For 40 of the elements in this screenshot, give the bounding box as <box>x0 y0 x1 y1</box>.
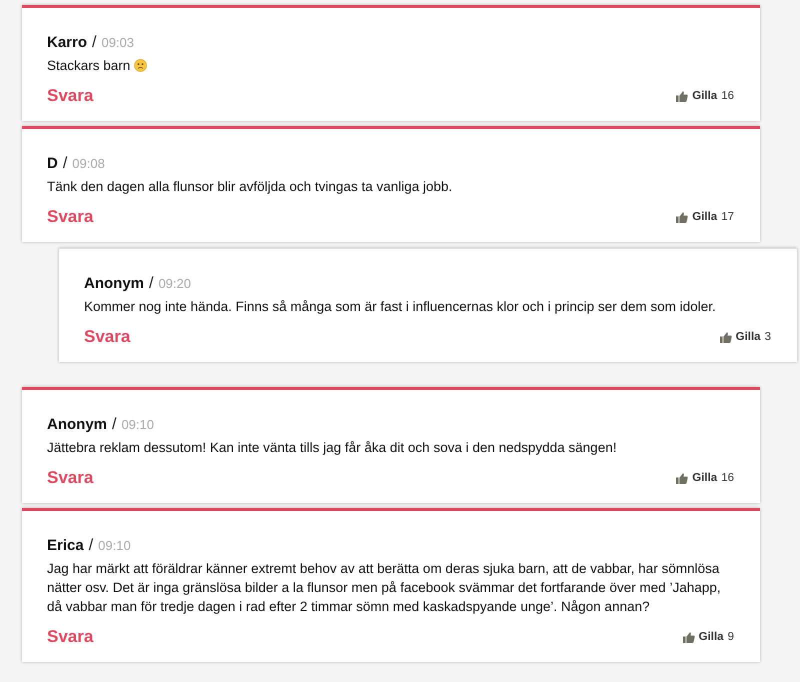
like-count: 16 <box>721 90 734 102</box>
like-count: 16 <box>721 472 734 484</box>
like-button[interactable]: Gilla <box>676 90 718 102</box>
reply-button[interactable]: Svara <box>47 86 94 106</box>
thumbs-up-icon <box>676 90 688 102</box>
reply-button[interactable]: Svara <box>84 327 130 347</box>
like-count: 3 <box>764 331 771 343</box>
like-button[interactable]: Gilla <box>676 211 718 223</box>
reply-button[interactable]: Svara <box>47 207 94 227</box>
comment-time: 09:03 <box>101 35 134 50</box>
like-button[interactable]: Gilla <box>682 631 724 643</box>
author-name: Karro <box>47 34 88 51</box>
author-name: D <box>47 155 58 172</box>
like-button[interactable]: Gilla <box>676 472 718 484</box>
like-button[interactable]: Gilla <box>720 331 761 343</box>
reply-button[interactable]: Svara <box>47 468 94 488</box>
like-count: 9 <box>728 631 734 643</box>
separator: / <box>149 275 154 293</box>
comment-text: Kommer nog inte hända. Finns så många som är fast i influencernas klor och i princip ser dem som idoler. <box>84 298 717 316</box>
like-count: 17 <box>721 211 734 223</box>
thumbs-up-icon <box>682 632 695 642</box>
separator: / <box>112 416 116 434</box>
reply-button[interactable]: Svara <box>47 627 94 647</box>
comment-text: Jättebra reklam dessutom! Kan inte vänta tills jag får åka dit och sova i den nedspydda sängen! <box>47 439 618 457</box>
comment-time: 09:10 <box>121 417 154 432</box>
comment-time: 09:08 <box>72 156 105 171</box>
comment-time: 09:10 <box>98 538 131 553</box>
thumbs-up-icon <box>676 212 688 222</box>
author-name: Anonym <box>47 416 107 433</box>
separator: / <box>88 537 94 555</box>
separator: / <box>62 155 68 173</box>
author-name: Anonym <box>84 275 144 292</box>
comment-text: Jag har märkt att föräldrar känner extremt behov av att berätta om deras sjuka barn, att de vabbar, har sömnlösa nätter osv. Det är inga gränslösa bilder a la flunsor men på facebook svämmar det fortfarande över med ’Jahapp, då vabbar man för tredje dagen i rad efter 2 timmar sömn med kaskadspyande unge’. Någon annan? <box>47 560 722 616</box>
thumbs-up-icon <box>676 472 688 484</box>
comment-text: Stackars barn <box>47 56 734 75</box>
thumbs-up-icon <box>720 332 732 342</box>
author-name: Erica <box>47 537 84 554</box>
comment-time: 09:20 <box>158 276 191 291</box>
comment-text: Tänk den dagen alla flunsor blir avföljda och tvingas ta vanliga jobb. <box>47 178 454 196</box>
separator: / <box>92 34 96 52</box>
